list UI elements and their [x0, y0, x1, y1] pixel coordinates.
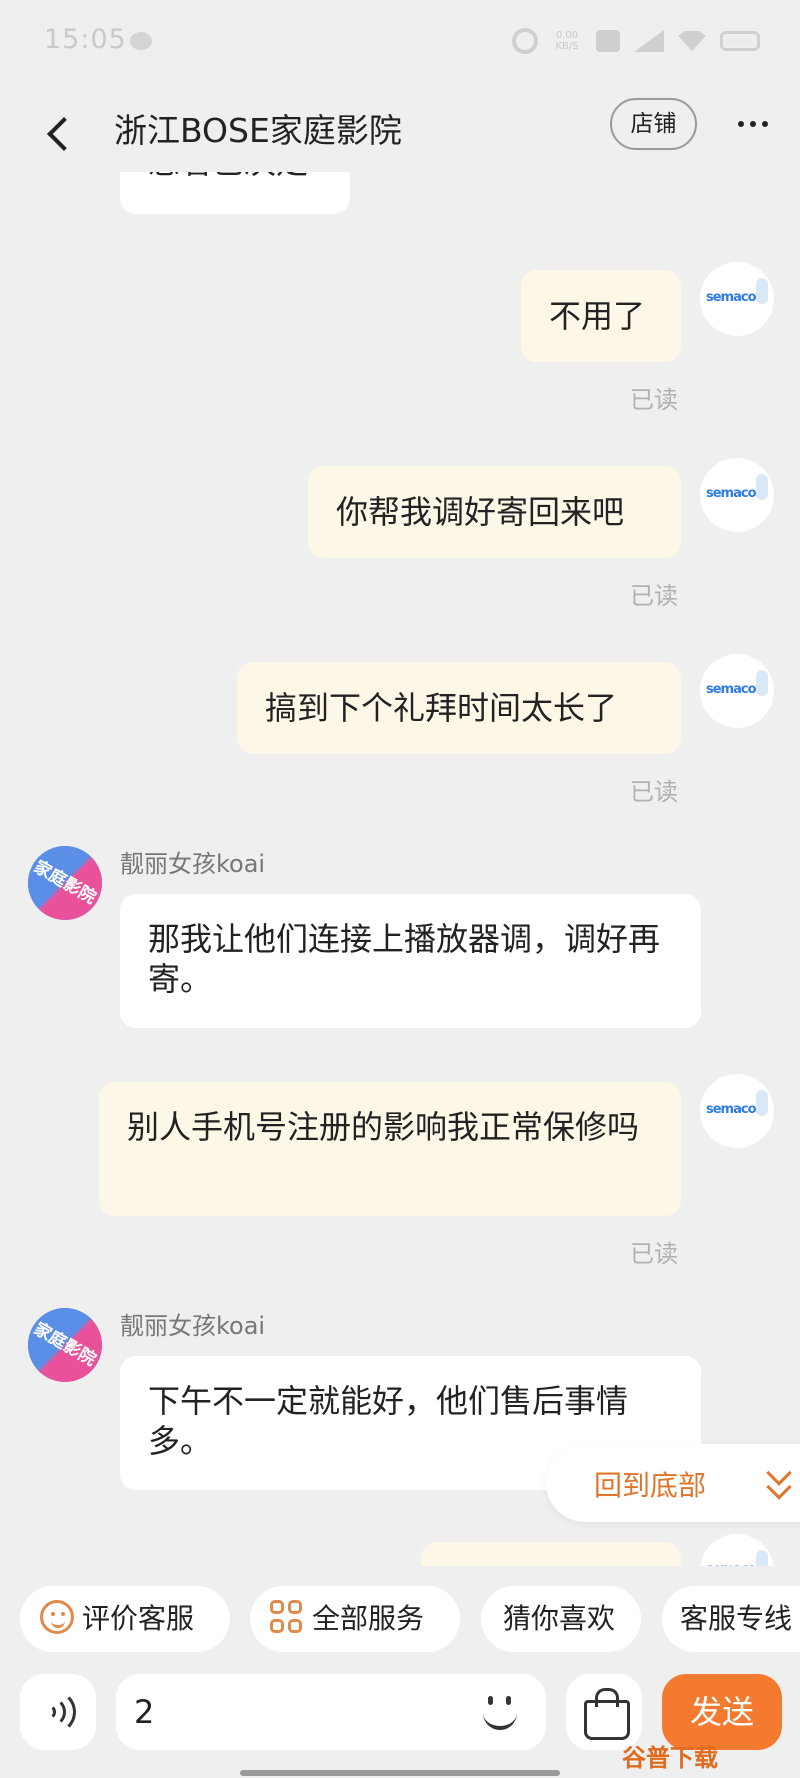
my-avatar[interactable]: semaco: [700, 262, 774, 336]
more-dots-icon: [738, 121, 744, 127]
shop-button[interactable]: 店铺: [610, 98, 697, 150]
quick-actions-bar[interactable]: 评价客服 全部服务 猜你喜欢 客服专线: [0, 1586, 800, 1658]
signal-icon: [634, 30, 664, 52]
message-bubble-outgoing[interactable]: 别人手机号注册的影响我正常保修吗: [99, 1082, 681, 1216]
battery-icon: [720, 31, 760, 51]
rate-service-chip[interactable]: 评价客服: [20, 1586, 230, 1652]
home-indicator[interactable]: [240, 1770, 560, 1776]
avatar-text: semaco: [706, 682, 757, 697]
sender-name: 靓丽女孩koai: [120, 1312, 266, 1340]
network-rate: 0.00 KB/S: [555, 30, 579, 52]
read-status: 已读: [630, 582, 678, 610]
wifi-icon: [678, 31, 706, 51]
message-bubble-outgoing[interactable]: [421, 1542, 681, 1566]
speed-icon: [512, 28, 538, 54]
chip-label: 全部服务: [312, 1602, 425, 1635]
message-bubble-outgoing[interactable]: 搞到下个礼拜时间太长了: [237, 662, 681, 754]
avatar-text: semaco: [706, 1562, 757, 1566]
chip-label: 猜你喜欢: [503, 1602, 616, 1635]
my-avatar[interactable]: semaco: [700, 458, 774, 532]
avatar-text: semaco: [706, 290, 757, 305]
scroll-to-bottom-label: 回到底部: [594, 1469, 707, 1502]
watermark: 谷普下载: [622, 1744, 718, 1772]
my-avatar[interactable]: semaco: [700, 1534, 774, 1566]
read-status: 已读: [630, 778, 678, 806]
chat-messages[interactable]: 您看已决定 semaco 不用了 已读 semaco 你帮我调好寄回来吧 已读 …: [0, 172, 800, 1566]
avatar-text: 家庭影院: [30, 1319, 100, 1371]
status-bar: 15:05 0.00 KB/S: [0, 0, 800, 90]
read-status: 已读: [630, 1240, 678, 1268]
avatar-text: semaco: [706, 486, 757, 501]
all-services-chip[interactable]: 全部服务: [250, 1586, 460, 1652]
my-avatar[interactable]: semaco: [700, 1074, 774, 1148]
my-avatar[interactable]: semaco: [700, 654, 774, 728]
back-button[interactable]: [34, 108, 88, 162]
emoji-icon[interactable]: [478, 1688, 524, 1734]
avatar-text: semaco: [706, 1102, 757, 1117]
message-notification-icon: [130, 32, 152, 50]
hotline-chip[interactable]: 客服专线: [662, 1586, 800, 1652]
hd-icon: [596, 30, 620, 52]
guess-you-like-chip[interactable]: 猜你喜欢: [481, 1586, 641, 1652]
chip-label: 评价客服: [82, 1602, 195, 1635]
scroll-to-bottom-button[interactable]: 回到底部: [546, 1444, 800, 1522]
status-time: 15:05: [44, 24, 127, 55]
chip-label: 客服专线: [680, 1602, 793, 1635]
status-icons: 0.00 KB/S: [512, 28, 760, 54]
avatar-text: 家庭影院: [30, 857, 100, 909]
message-bubble-incoming[interactable]: 您看已决定: [120, 172, 350, 214]
shop-avatar[interactable]: 家庭影院: [28, 1308, 102, 1382]
message-bubble-outgoing[interactable]: 你帮我调好寄回来吧: [308, 466, 681, 558]
sender-name: 靓丽女孩koai: [120, 850, 266, 878]
shop-avatar[interactable]: 家庭影院: [28, 846, 102, 920]
more-button[interactable]: [738, 114, 778, 134]
grid-icon: [270, 1600, 304, 1634]
message-bubble-incoming[interactable]: 那我让他们连接上播放器调，调好再寄。: [120, 894, 701, 1028]
read-status: 已读: [630, 386, 678, 414]
chevron-left-icon: [47, 117, 81, 151]
page-title: 浙江BOSE家庭影院: [114, 111, 402, 150]
smile-icon: [40, 1600, 74, 1634]
message-bubble-outgoing[interactable]: 不用了: [521, 270, 681, 362]
voice-button[interactable]: [20, 1674, 96, 1750]
